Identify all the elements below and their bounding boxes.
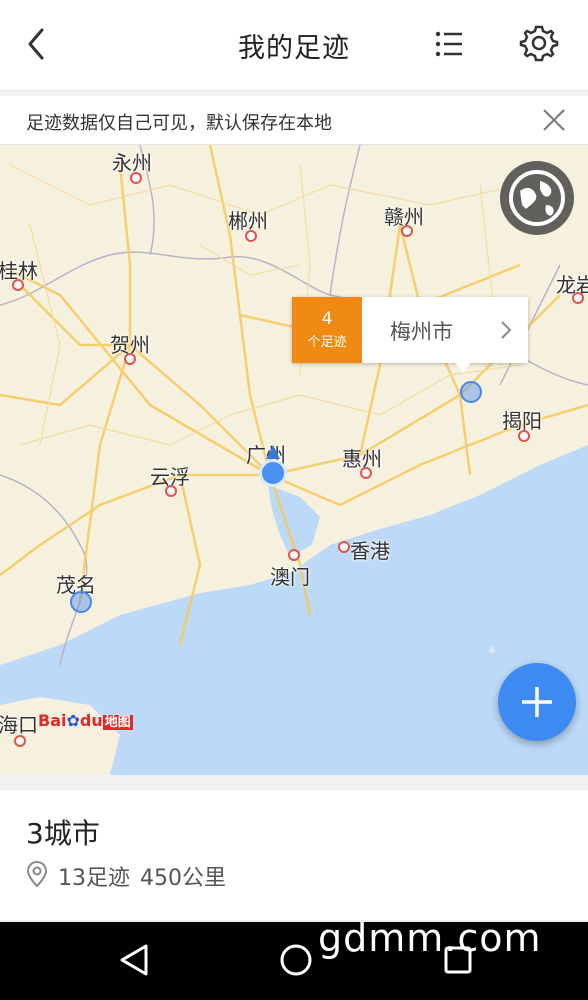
footprint-detail: 13足迹 450公里 <box>58 860 226 892</box>
city-dot-haikou <box>14 735 26 747</box>
city-dot-yunfu <box>165 485 177 497</box>
city-dot-chenzhou <box>245 230 257 242</box>
popup-pointer <box>454 361 472 373</box>
city-dot-jieyang <box>518 430 530 442</box>
add-footprint-button[interactable] <box>498 663 576 741</box>
city-dot-ganzhou <box>401 225 413 237</box>
city-popup[interactable]: 4 个足迹 梅州市 <box>292 297 528 373</box>
city-label-longyan: 龙岩 <box>556 273 588 297</box>
city-count: 3城市 <box>26 817 100 850</box>
footprint-total: 13足迹 <box>58 866 130 891</box>
city-label-hongkong: 香港 <box>350 539 390 563</box>
city-label-macau: 澳门 <box>270 565 310 589</box>
city-dot-longyan <box>572 292 584 304</box>
map-view[interactable]: 永州 郴州 赣州 桂林 龙岩 贺州 揭阳 广州 惠州 云浮 香港 澳门 茂名 海… <box>0 145 588 775</box>
nav-back-icon[interactable] <box>116 940 152 980</box>
city-label-yongzhou: 永州 <box>112 151 152 175</box>
city-dot-macau <box>288 549 300 561</box>
notice-text: 足迹数据仅自己可见，默认保存在本地 <box>26 113 332 134</box>
settings-gear-icon[interactable] <box>518 22 560 64</box>
footprint-count-label: 个足迹 <box>307 335 347 350</box>
city-dot-yongzhou <box>130 172 142 184</box>
globe-button[interactable] <box>500 161 574 235</box>
city-label-haikou: 海口 <box>0 713 38 737</box>
popup-city-name: 梅州市 <box>390 320 453 344</box>
footprint-summary[interactable]: 3城市 13足迹 450公里 <box>0 790 588 920</box>
city-dot-huizhou <box>360 467 372 479</box>
location-pin-icon <box>26 860 48 888</box>
city-dot-guilin <box>12 279 24 291</box>
nav-home-icon[interactable] <box>276 940 316 980</box>
close-icon[interactable] <box>540 106 568 134</box>
page-title: 我的足迹 <box>238 33 350 64</box>
chevron-right-icon <box>501 321 512 339</box>
footprint-count: 4 <box>321 309 333 329</box>
footprint-marker-maoming[interactable] <box>70 591 92 613</box>
footprint-marker-meizhou[interactable] <box>460 381 482 403</box>
privacy-notice: 足迹数据仅自己可见，默认保存在本地 <box>0 96 588 145</box>
list-icon[interactable] <box>430 24 470 64</box>
direction-arrow-icon <box>266 445 280 459</box>
footprint-count-badge: 4 个足迹 <box>292 297 362 363</box>
app-header: 我的足迹 <box>0 0 588 91</box>
plus-icon <box>522 687 552 717</box>
baidu-map-logo: Bai✿du 地图 <box>38 711 133 730</box>
distance-total: 450公里 <box>140 866 226 891</box>
city-dot-hongkong <box>338 541 350 553</box>
city-dot-hezhou <box>124 353 136 365</box>
current-location-marker[interactable] <box>259 459 287 487</box>
watermark-text: gdmm.com <box>318 916 542 960</box>
globe-icon <box>509 170 565 226</box>
